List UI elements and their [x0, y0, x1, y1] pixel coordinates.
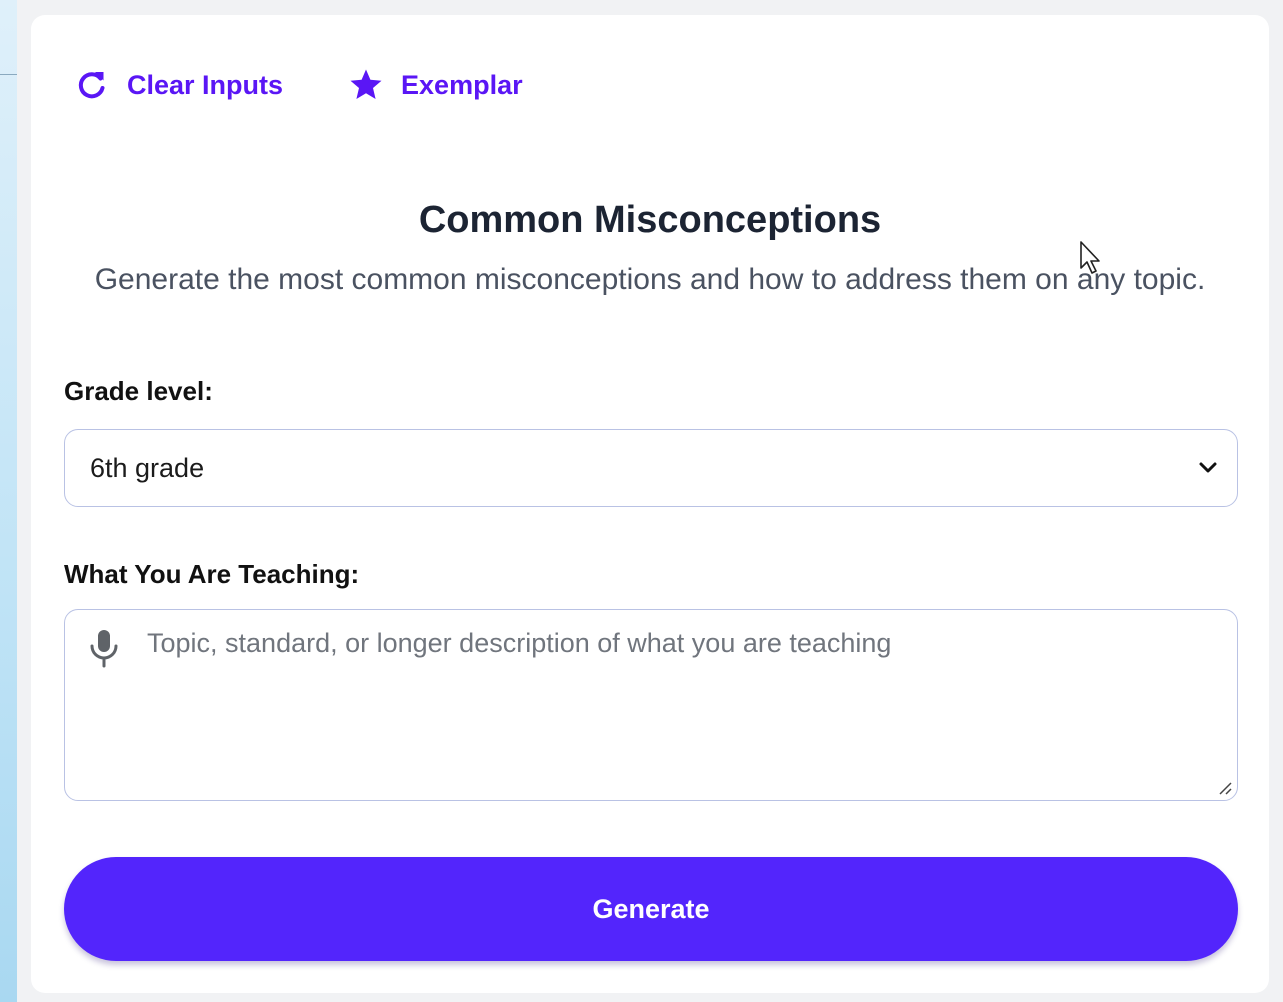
star-icon — [349, 68, 383, 102]
background-divider — [0, 74, 17, 75]
clear-inputs-label: Clear Inputs — [127, 69, 284, 100]
teaching-label: What You Are Teaching: — [64, 559, 360, 589]
generate-label: Generate — [592, 893, 710, 924]
grade-level-label: Grade level: — [64, 376, 213, 406]
page-subtitle: Generate the most common misconceptions … — [94, 263, 1206, 296]
page-title: Common Misconceptions — [418, 199, 882, 241]
tool-card: Clear Inputs Exemplar Common Misconcepti… — [31, 15, 1269, 993]
background-window-edge — [0, 0, 17, 1002]
teaching-textarea[interactable]: Topic, standard, or longer description o… — [64, 609, 1238, 801]
microphone-icon[interactable] — [87, 628, 121, 672]
grade-level-select[interactable]: 6th grade — [64, 429, 1238, 507]
refresh-icon — [75, 68, 109, 102]
mouse-cursor-icon — [1079, 240, 1103, 276]
grade-level-value: 6th grade — [90, 452, 205, 483]
generate-button[interactable]: Generate — [64, 857, 1238, 961]
teaching-placeholder: Topic, standard, or longer description o… — [147, 628, 892, 658]
toolbar: Clear Inputs Exemplar — [75, 65, 523, 105]
exemplar-button[interactable]: Exemplar — [349, 68, 523, 102]
chevron-down-icon — [1197, 457, 1219, 479]
resize-handle-icon[interactable] — [1217, 780, 1233, 796]
clear-inputs-button[interactable]: Clear Inputs — [75, 68, 283, 102]
exemplar-label: Exemplar — [401, 69, 523, 100]
